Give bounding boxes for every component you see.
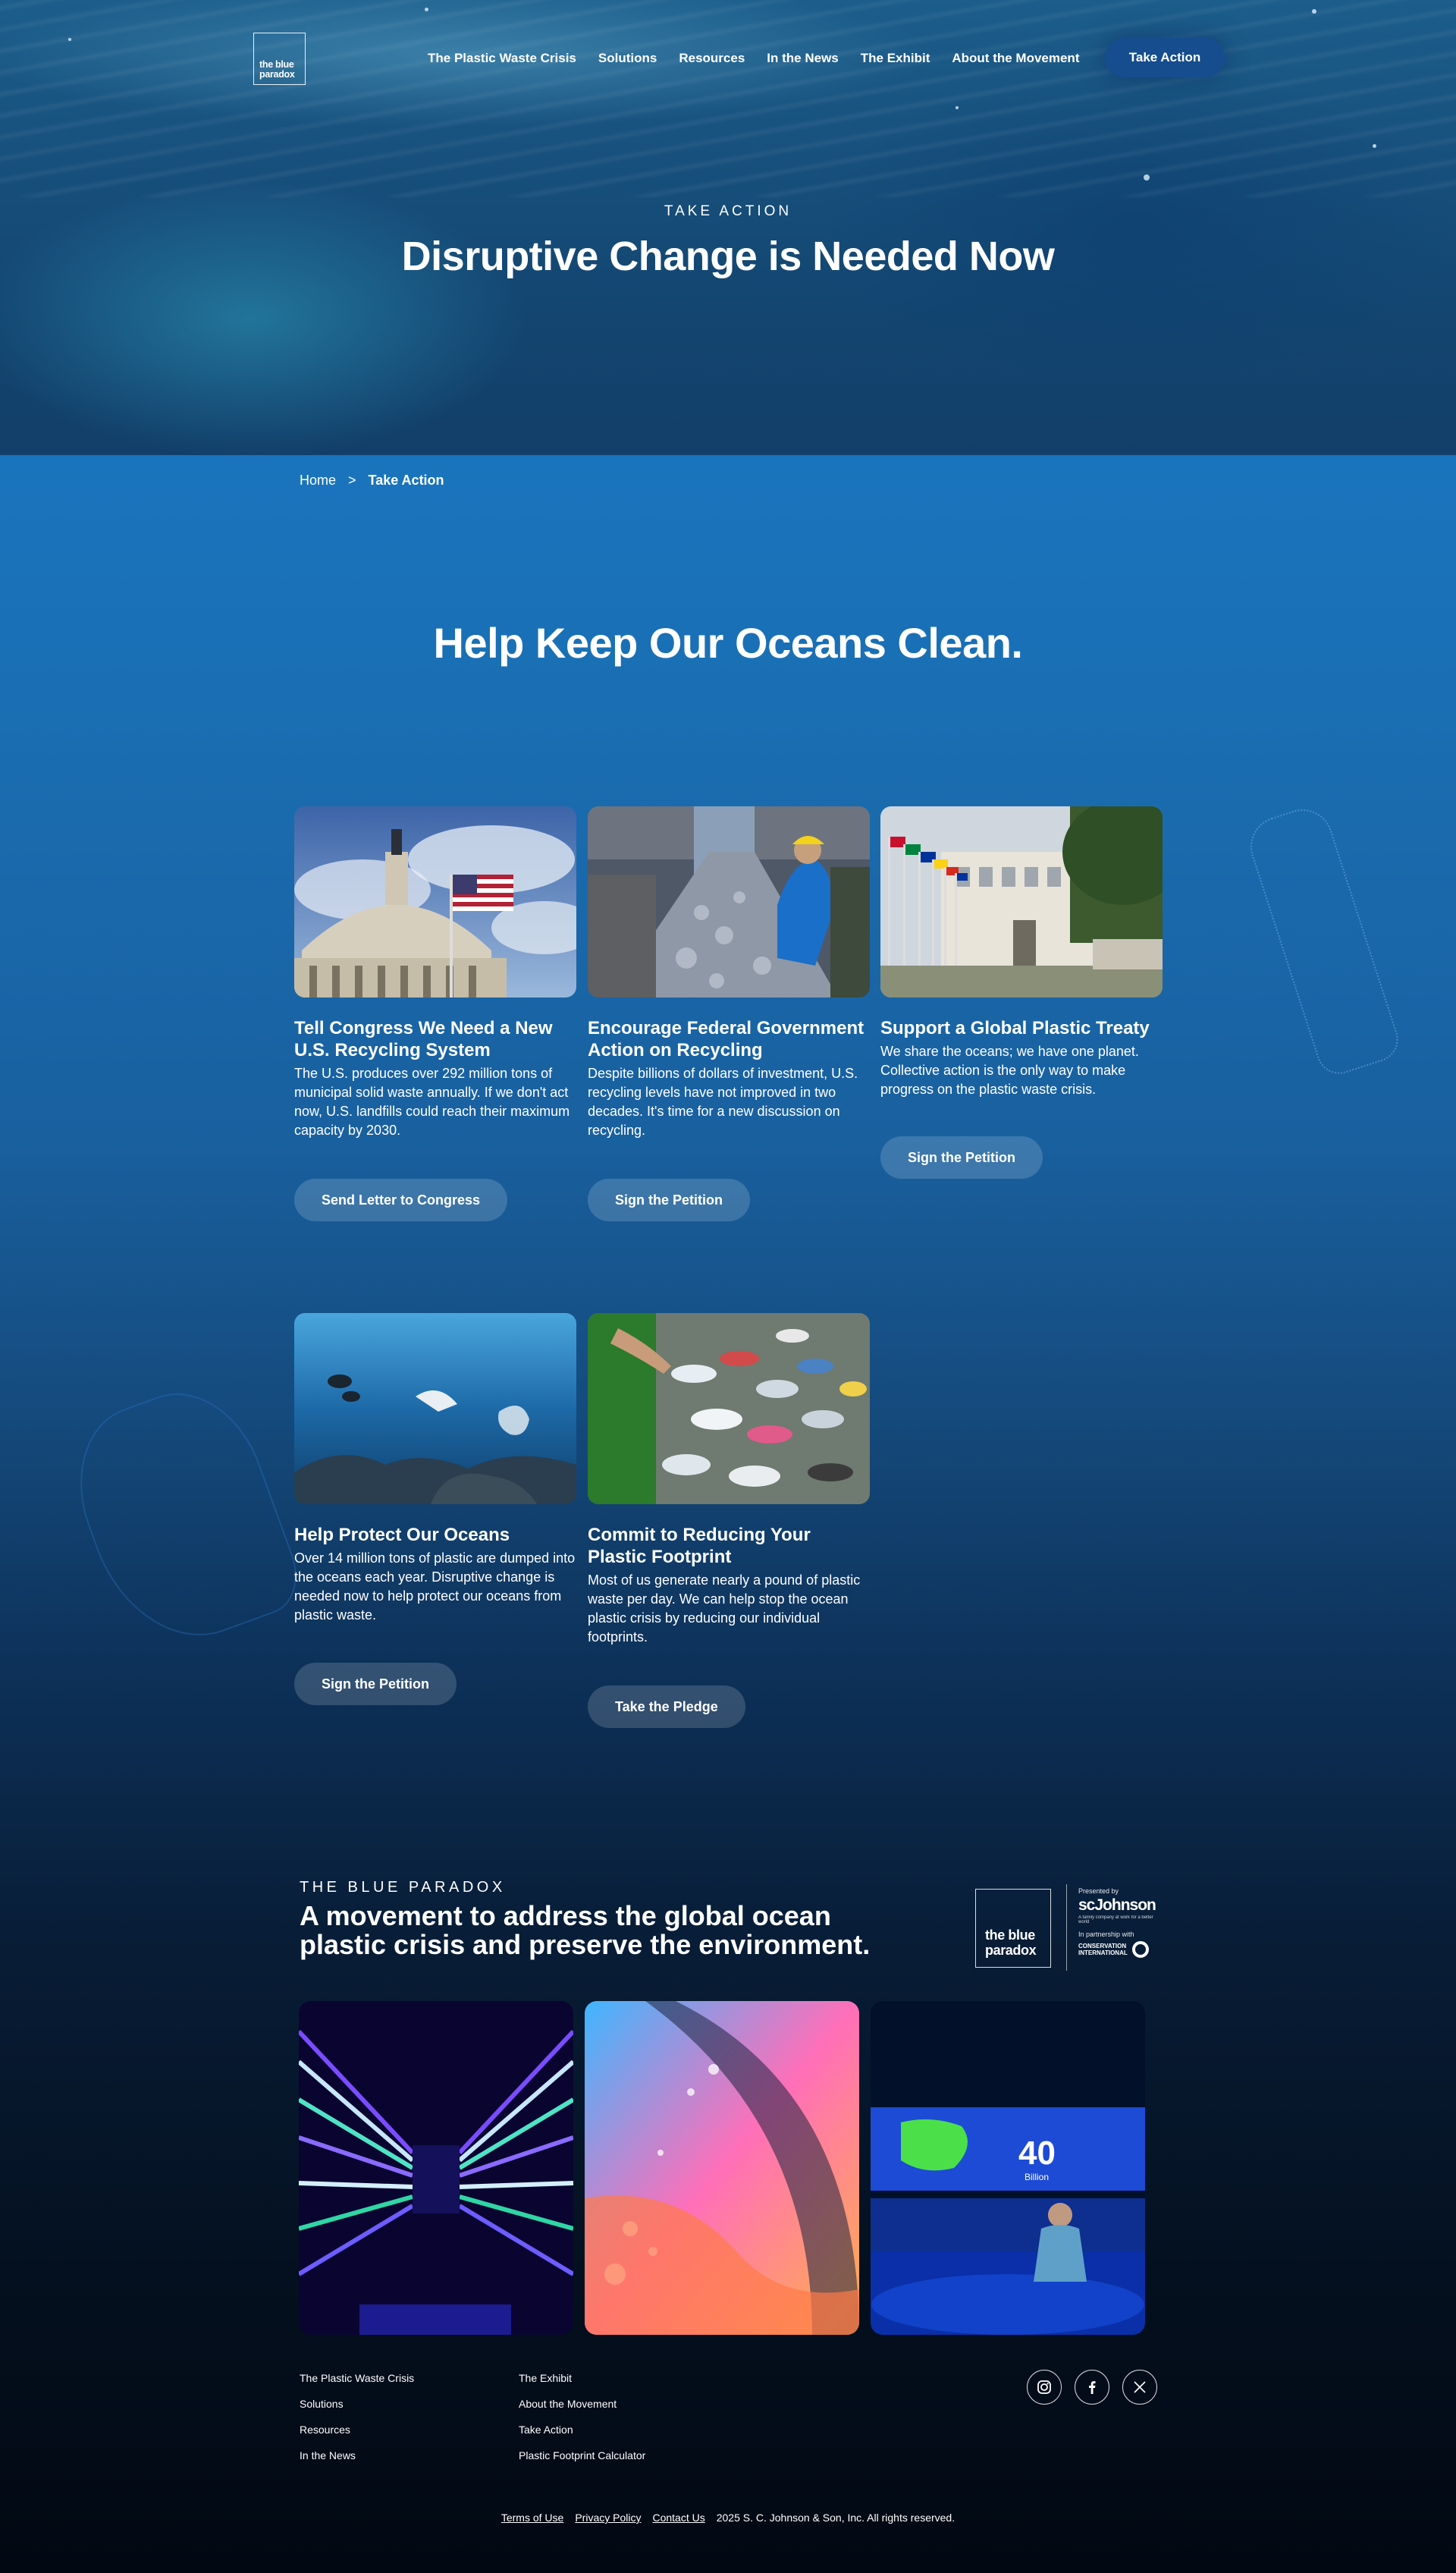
exhibit-photo-art <box>585 2001 859 2335</box>
card-title: Encourage Federal Government Action on R… <box>588 1018 864 1060</box>
facebook-icon[interactable] <box>1075 2370 1109 2405</box>
take-action-button[interactable]: Take Action <box>1105 38 1225 77</box>
hero-banner <box>0 0 1456 455</box>
un-flags-image <box>880 806 1163 997</box>
underwater-image <box>294 1313 576 1504</box>
breadcrumb-home[interactable]: Home <box>300 473 336 489</box>
footer-link[interactable]: Solutions <box>300 2398 414 2424</box>
footer-link[interactable]: Take Action <box>519 2424 645 2449</box>
water-surface <box>0 0 1456 197</box>
promo-eyebrow: THE BLUE PARADOX <box>300 1879 506 1896</box>
card-body: The U.S. produces over 292 million tons … <box>294 1066 570 1138</box>
footer-links-col1: The Plastic Waste Crisis Solutions Resou… <box>300 2372 414 2475</box>
nav-item-about-the-movement[interactable]: About the Movement <box>952 51 1079 66</box>
copyright-text: 2025 S. C. Johnson & Son, Inc. All right… <box>716 2512 956 2524</box>
contact-link[interactable]: Contact Us <box>652 2512 704 2524</box>
card-body: Despite billions of dollars of investmen… <box>588 1066 858 1138</box>
send-letter-button[interactable]: Send Letter to Congress <box>294 1179 508 1221</box>
partnership-label: In partnership with <box>1078 1931 1134 1938</box>
footer-link[interactable]: Resources <box>300 2424 414 2449</box>
card-body: Most of us generate nearly a pound of pl… <box>588 1572 861 1645</box>
decorative-plastic-bag <box>55 1371 309 1663</box>
logo-divider <box>1066 1884 1067 1971</box>
footer-link[interactable]: The Plastic Waste Crisis <box>300 2372 414 2398</box>
sc-johnson-tagline: A family company at work for a better wo… <box>1078 1915 1153 1924</box>
hero-eyebrow: TAKE ACTION <box>664 203 792 219</box>
footer-link[interactable]: Plastic Footprint Calculator <box>519 2449 645 2475</box>
breadcrumb-current: Take Action <box>368 473 444 488</box>
card-body: We share the oceans; we have one planet.… <box>880 1044 1139 1097</box>
presented-by-label: Presented by <box>1078 1887 1119 1895</box>
action-card-federal: Encourage Federal Government Action on R… <box>588 806 870 1221</box>
sign-petition-button[interactable]: Sign the Petition <box>294 1663 457 1705</box>
action-card-oceans: Help Protect Our Oceans Over 14 million … <box>294 1313 576 1705</box>
action-card-treaty: Support a Global Plastic Treaty We share… <box>880 806 1163 1179</box>
footer-link[interactable]: The Exhibit <box>519 2372 645 2398</box>
card-title: Support a Global Plastic Treaty <box>880 1018 1150 1038</box>
breadcrumb-separator: > <box>348 473 356 488</box>
action-card-congress: Tell Congress We Need a New U.S. Recycli… <box>294 806 576 1221</box>
sponsor-logos: Presented by scJohnson A family company … <box>1078 1887 1162 1958</box>
nav-item-plastic-waste-crisis[interactable]: The Plastic Waste Crisis <box>428 51 576 66</box>
site-logo[interactable]: the blue paradox <box>253 33 306 85</box>
section-title: Help Keep Our Oceans Clean. <box>433 619 1023 667</box>
card-title: Commit to Reducing Your Plastic Footprin… <box>588 1525 811 1567</box>
card-body: Over 14 million tons of plastic are dump… <box>294 1550 576 1623</box>
sc-johnson-logo: scJohnson <box>1078 1896 1156 1914</box>
conservation-international-logo: CONSERVATION INTERNATIONAL <box>1078 1941 1162 1958</box>
nav-item-resources[interactable]: Resources <box>679 51 745 66</box>
x-icon[interactable] <box>1122 2370 1157 2405</box>
card-title: Help Protect Our Oceans <box>294 1525 510 1545</box>
footer-links-col2: The Exhibit About the Movement Take Acti… <box>519 2372 645 2475</box>
exhibit-photo-tunnel <box>299 2001 573 2335</box>
exhibit-photo-screen: 40 Billion <box>871 2001 1145 2335</box>
action-card-footprint: Commit to Reducing Your Plastic Footprin… <box>588 1313 870 1728</box>
nav-item-solutions[interactable]: Solutions <box>598 51 657 66</box>
footer-link[interactable]: In the News <box>300 2449 414 2475</box>
decorative-bottle <box>1242 801 1404 1080</box>
promo-title: A movement to address the global ocean p… <box>300 1900 871 1960</box>
privacy-link[interactable]: Privacy Policy <box>575 2512 641 2524</box>
breadcrumb: Home > Take Action <box>300 473 444 489</box>
instagram-icon[interactable] <box>1027 2370 1062 2405</box>
nav-item-the-exhibit[interactable]: The Exhibit <box>861 51 930 66</box>
card-title: Tell Congress We Need a New U.S. Recycli… <box>294 1018 553 1060</box>
screen-number: 40 <box>1018 2135 1056 2172</box>
legal-bar: Terms of Use Privacy Policy Contact Us 2… <box>0 2512 1456 2524</box>
main-nav: The Plastic Waste Crisis Solutions Resou… <box>428 51 1101 66</box>
nav-item-in-the-news[interactable]: In the News <box>767 51 838 66</box>
hero-title: Disruptive Change is Needed Now <box>401 234 1055 279</box>
ci-ring-icon <box>1131 1941 1149 1958</box>
footer-link[interactable]: About the Movement <box>519 2398 645 2424</box>
screen-unit: Billion <box>1025 2172 1049 2182</box>
social-links <box>1027 2370 1157 2405</box>
capitol-dome-image <box>294 806 576 997</box>
terms-link[interactable]: Terms of Use <box>501 2512 563 2524</box>
take-pledge-button[interactable]: Take the Pledge <box>588 1685 745 1728</box>
sign-petition-button[interactable]: Sign the Petition <box>880 1136 1043 1179</box>
plastic-bottles-image <box>588 1313 870 1504</box>
blue-paradox-logo: the blue paradox <box>975 1889 1051 1968</box>
recycling-line-image <box>588 806 870 997</box>
sign-petition-button[interactable]: Sign the Petition <box>588 1179 750 1221</box>
